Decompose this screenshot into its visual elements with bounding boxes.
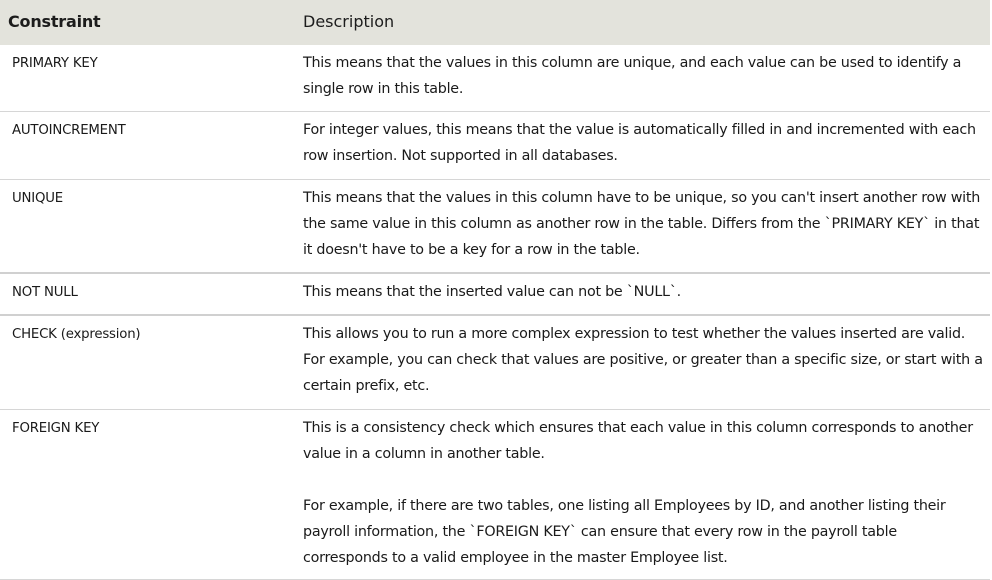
constraint-description: This means that the values in this colum…: [292, 45, 990, 112]
table-header: Constraint Description: [0, 0, 990, 45]
description-paragraph: This means that the values in this colum…: [303, 190, 981, 258]
table-row: UNIQUE This means that the values in thi…: [0, 179, 990, 274]
constraint-name: UNIQUE: [0, 179, 292, 274]
description-paragraph: For example, if there are two tables, on…: [303, 498, 946, 566]
table-row: NOT NULL This means that the inserted va…: [0, 273, 990, 316]
table-row: PRIMARY KEY This means that the values i…: [0, 45, 990, 112]
constraint-name: AUTOINCREMENT: [0, 111, 292, 180]
constraint-name: FOREIGN KEY: [0, 409, 292, 580]
constraints-table: Constraint Description PRIMARY KEY This …: [0, 0, 990, 580]
header-description: Description: [292, 0, 990, 45]
table-row: CHECK (expression) This allows you to ru…: [0, 315, 990, 410]
description-paragraph: This is a consistency check which ensure…: [303, 420, 973, 462]
constraint-description: This is a consistency check which ensure…: [292, 409, 990, 580]
constraint-description: This allows you to run a more complex ex…: [292, 315, 990, 410]
constraint-description: This means that the inserted value can n…: [292, 273, 990, 316]
constraint-name: PRIMARY KEY: [0, 45, 292, 112]
description-paragraph: This allows you to run a more complex ex…: [303, 326, 983, 394]
header-row: Constraint Description: [0, 0, 990, 45]
constraint-description: For integer values, this means that the …: [292, 111, 990, 180]
constraint-description: This means that the values in this colum…: [292, 179, 990, 274]
table-row: AUTOINCREMENT For integer values, this m…: [0, 111, 990, 180]
description-paragraph: For integer values, this means that the …: [303, 122, 976, 164]
header-constraint: Constraint: [0, 0, 292, 45]
description-paragraph: This means that the inserted value can n…: [303, 284, 681, 300]
table-row: FOREIGN KEY This is a consistency check …: [0, 409, 990, 580]
description-paragraph: This means that the values in this colum…: [303, 55, 962, 97]
constraint-name: NOT NULL: [0, 273, 292, 316]
constraint-name: CHECK (expression): [0, 315, 292, 410]
table-body: PRIMARY KEY This means that the values i…: [0, 45, 990, 580]
